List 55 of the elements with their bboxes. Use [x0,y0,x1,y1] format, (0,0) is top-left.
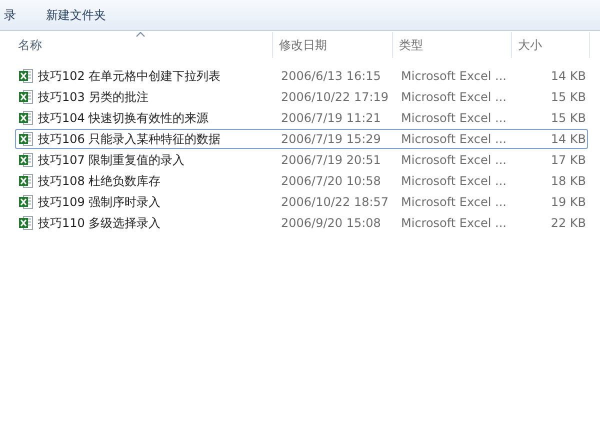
column-header[interactable]: 名称 [0,32,273,58]
table-cell-text: 22 KB [550,216,586,230]
column-header[interactable]: 修改日期 [273,32,393,58]
table-cell-text: 2006/7/19 11:21 [280,111,382,125]
file-row[interactable]: 技巧108 杜绝负数库存 2006/7/20 10:58 Microsoft Excel ... 18 KB [15,171,588,191]
file-row[interactable]: 技巧107 限制重复值的录入 2006/7/19 20:51 Microsoft Excel ... 17 KB [15,150,588,170]
file-name: 技巧103 另类的批注 [38,88,149,106]
column-header[interactable]: 大小 [512,32,590,58]
file-name: 技巧109 强制序时录入 [38,194,161,210]
table-cell-text: 2006/7/19 15:29 [280,132,382,146]
table-cell-text: Microsoft Excel ... [400,69,508,83]
table-cell-text: 15 KB [550,90,586,104]
file-name: 技巧107 限制重复值的录入 [38,152,185,168]
spreadsheet-file-icon [18,68,34,84]
file-name: 技巧102 在单元格中创建下拉列表 [38,68,221,84]
table-cell-text: 14 KB [550,69,586,83]
spreadsheet-file-icon [18,194,34,210]
table-cell-text: Microsoft Excel ... [400,174,508,188]
table-cell-text: Microsoft Excel ... [400,216,508,230]
table-cell-text: Microsoft Excel ... [400,195,508,209]
table-cell-text: 2006/7/19 20:51 [280,153,382,167]
table-cell-text: 2006/7/20 10:58 [280,174,382,188]
file-name: 技巧104 快速切换有效性的来源 [38,110,209,126]
table-cell-text: Microsoft Excel ... [400,111,508,125]
table-cell-text: 17 KB [550,153,586,167]
table-cell-text: 2006/6/13 16:15 [280,69,382,83]
file-row[interactable]: 技巧109 强制序时录入 2006/10/22 18:57 Microsoft Excel ... 19 KB [15,192,588,212]
table-cell-text: 2006/9/20 15:08 [280,216,382,230]
file-row[interactable]: 技巧110 多级选择录入 2006/9/20 15:08 Microsoft Excel ... 22 KB [15,213,588,233]
table-cell-text: 2006/10/22 17:19 [280,90,390,104]
table-cell-text: 15 KB [550,111,586,125]
table-cell-text: 18 KB [550,174,586,188]
file-name: 技巧106 只能录入某种特征的数据 [38,130,221,148]
spreadsheet-file-icon [18,131,34,147]
sort-ascending-icon [136,32,145,37]
table-cell-text: 2006/10/22 18:57 [280,195,390,209]
table-cell-text: Microsoft Excel ... [400,153,508,167]
table-cell-text: 14 KB [550,132,586,146]
spreadsheet-file-icon [18,173,34,189]
toolbar-button[interactable]: 录 [0,4,20,26]
spreadsheet-file-icon [18,152,34,168]
file-row[interactable]: 技巧103 另类的批注 2006/10/22 17:19 Microsoft Excel ... 15 KB [15,87,588,107]
table-cell-text: Microsoft Excel ... [400,132,508,146]
file-row[interactable]: 技巧102 在单元格中创建下拉列表 2006/6/13 16:15 Microsoft Excel ... 14 KB [15,66,588,86]
column-header[interactable]: 类型 [393,32,512,58]
table-cell-text: 19 KB [550,195,586,209]
toolbar-button[interactable]: 新建文件夹 [42,4,110,26]
spreadsheet-file-icon [18,89,34,105]
file-row[interactable]: 技巧106 只能录入某种特征的数据 2006/7/19 15:29 Microsoft Excel ... 14 KB [15,129,588,149]
spreadsheet-file-icon [18,110,34,126]
file-name: 技巧110 多级选择录入 [38,214,161,232]
table-cell-text: Microsoft Excel ... [400,90,508,104]
spreadsheet-file-icon [18,215,34,231]
file-row[interactable]: 技巧104 快速切换有效性的来源 2006/7/19 11:21 Microsoft Excel ... 15 KB [15,108,588,128]
file-name: 技巧108 杜绝负数库存 [38,172,161,190]
